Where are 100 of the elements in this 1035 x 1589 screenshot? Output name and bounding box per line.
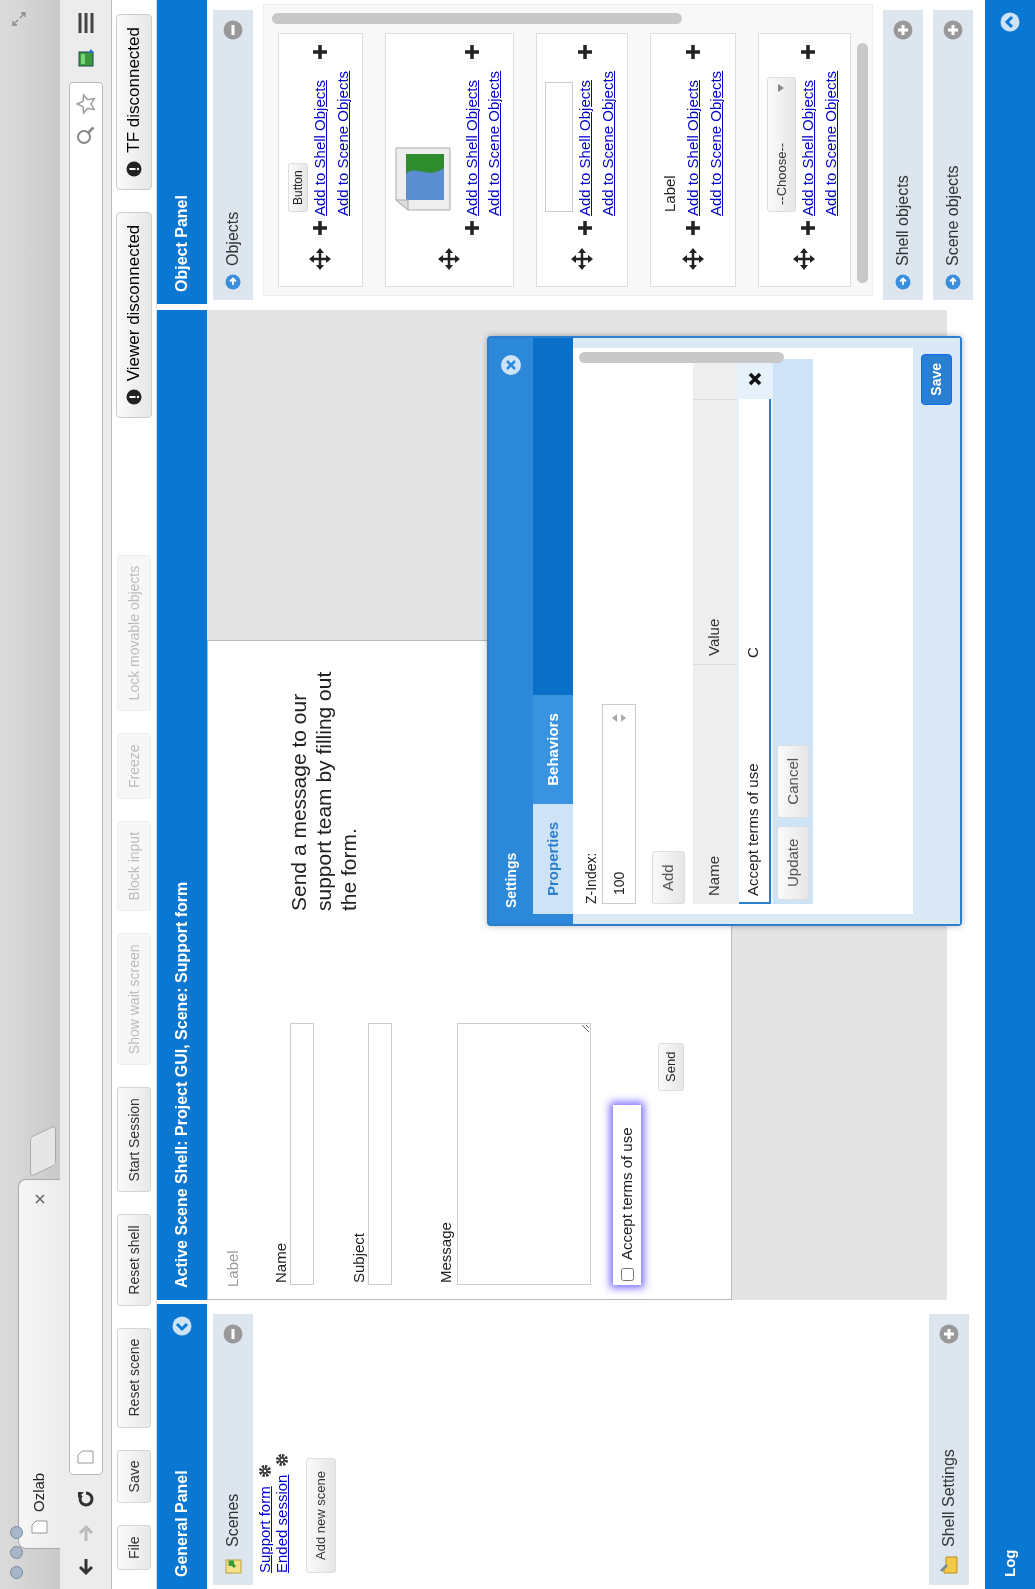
toolbar-button[interactable]: Reset scene: [117, 1327, 151, 1428]
warning-icon: [126, 389, 142, 406]
scrollbar[interactable]: [579, 352, 784, 363]
spinner-icon[interactable]: [610, 713, 628, 723]
collapse-icon[interactable]: [223, 20, 243, 40]
add-button[interactable]: Add: [652, 851, 685, 904]
section-header[interactable]: Shell Settings: [929, 1314, 969, 1585]
toolbar-button[interactable]: Start Session: [117, 1087, 151, 1193]
browser-tab[interactable]: Ozlab: [18, 1179, 60, 1549]
panel-title: Active Scene Shell: Project GUI, Scene: Support form: [172, 881, 191, 1288]
add-link[interactable]: Add to Shell Objects: [577, 80, 594, 216]
toolbar-button[interactable]: File: [117, 1525, 151, 1570]
star-icon[interactable]: [74, 93, 97, 115]
field-label: Z-Index:: [582, 851, 600, 904]
page-icon: [31, 1520, 48, 1534]
text-field[interactable]: [368, 1023, 392, 1285]
move-icon[interactable]: [438, 248, 461, 270]
section-header[interactable]: Scenes: [213, 1314, 253, 1585]
plus-icon[interactable]: [463, 44, 480, 60]
move-icon[interactable]: [309, 248, 332, 270]
window-control-icon[interactable]: [10, 1526, 23, 1539]
zoom-icon[interactable]: [75, 125, 96, 145]
add-scene-button[interactable]: Add new scene: [306, 1458, 336, 1573]
gear-icon[interactable]: [258, 1464, 273, 1479]
scene-link[interactable]: Ended session: [273, 1474, 290, 1573]
add-link[interactable]: Add to Shell Objects: [685, 80, 702, 216]
plus-icon[interactable]: [312, 220, 329, 236]
row-button[interactable]: Cancel: [776, 744, 809, 818]
section-title: Shell objects: [893, 175, 912, 266]
plus-icon[interactable]: [800, 220, 817, 236]
close-icon[interactable]: [34, 1194, 45, 1204]
extension-icon[interactable]: [75, 48, 96, 68]
window-control-icon[interactable]: [10, 1546, 23, 1559]
move-icon[interactable]: [570, 248, 593, 270]
expand-icon[interactable]: [939, 1324, 959, 1344]
section-header[interactable]: Shell objects: [883, 10, 923, 300]
checkbox[interactable]: [620, 1268, 634, 1281]
add-link[interactable]: Add to Shell Objects: [800, 80, 817, 216]
save-button[interactable]: Save: [921, 354, 952, 405]
fullscreen-icon[interactable]: [12, 12, 26, 26]
folder-icon: [939, 1555, 959, 1575]
value-field[interactable]: C: [738, 399, 771, 664]
plus-icon[interactable]: [577, 44, 594, 60]
plus-icon[interactable]: [312, 44, 329, 60]
move-icon[interactable]: [681, 248, 704, 270]
section-header[interactable]: Scene objects: [933, 10, 973, 300]
add-link[interactable]: Add to Scene Objects: [333, 70, 351, 216]
add-link[interactable]: Add to Scene Objects: [706, 70, 724, 216]
field-label: Message: [436, 1222, 455, 1283]
name-field[interactable]: Accept terms of use: [738, 664, 771, 904]
section-title: Scenes: [223, 1493, 242, 1547]
number-field[interactable]: 100: [602, 704, 636, 904]
caption-text: Label: [223, 1250, 242, 1287]
delete-icon[interactable]: [747, 372, 762, 386]
text-field[interactable]: [290, 1023, 314, 1285]
toolbar-button[interactable]: Save: [117, 1449, 151, 1504]
send-button[interactable]: Send: [658, 1042, 684, 1091]
add-link[interactable]: Add to Scene Objects: [485, 70, 502, 216]
plus-icon[interactable]: [800, 44, 817, 60]
checkbox-field[interactable]: Accept terms of use: [613, 1105, 641, 1285]
scrollbar[interactable]: [857, 43, 868, 283]
page-icon: [77, 1450, 94, 1464]
expand-icon[interactable]: [943, 20, 963, 40]
section-title: Shell Settings: [939, 1449, 958, 1547]
toolbar-button[interactable]: Reset shell: [117, 1214, 151, 1306]
field-label: Name: [271, 1243, 290, 1283]
row-button[interactable]: Update: [776, 825, 809, 900]
section-header[interactable]: Objects: [213, 10, 253, 300]
log-title: Log: [999, 1549, 1019, 1577]
add-link[interactable]: Add to Scene Objects: [821, 70, 839, 216]
status-button[interactable]: Viewer disconnected: [116, 211, 152, 419]
close-icon[interactable]: [500, 354, 522, 376]
scene-link[interactable]: Support form: [257, 1486, 274, 1573]
plus-icon[interactable]: [685, 220, 702, 236]
plus-icon[interactable]: [685, 44, 702, 60]
expand-icon[interactable]: [1000, 12, 1020, 32]
expand-icon[interactable]: [893, 20, 913, 40]
collapse-icon[interactable]: [172, 1316, 192, 1336]
window-control-icon[interactable]: [10, 1566, 23, 1579]
section-title: Objects: [223, 211, 242, 266]
plus-icon[interactable]: [463, 220, 480, 236]
menu-icon[interactable]: [76, 12, 95, 34]
dropdown-text: --Choose--: [772, 142, 790, 205]
address-field[interactable]: [68, 82, 103, 1475]
reload-icon[interactable]: [75, 1489, 96, 1509]
add-link[interactable]: Add to Shell Objects: [463, 80, 480, 216]
gear-icon[interactable]: [274, 1452, 289, 1467]
dialog-title: Settings: [501, 852, 520, 908]
move-icon[interactable]: [793, 248, 815, 270]
field-label: Subject: [349, 1232, 368, 1283]
plus-icon[interactable]: [577, 220, 594, 236]
field-value: 100: [609, 870, 628, 895]
add-link[interactable]: Add to Scene Objects: [598, 70, 616, 216]
add-link[interactable]: Add to Shell Objects: [312, 80, 329, 216]
collapse-icon[interactable]: [223, 1324, 243, 1344]
panel-title: General Panel: [172, 1470, 191, 1577]
column-header: Name: [692, 664, 737, 904]
scrollbar[interactable]: [272, 13, 682, 24]
tab-title: Ozlab: [29, 1471, 49, 1512]
status-button[interactable]: TF disconnected: [116, 14, 152, 190]
